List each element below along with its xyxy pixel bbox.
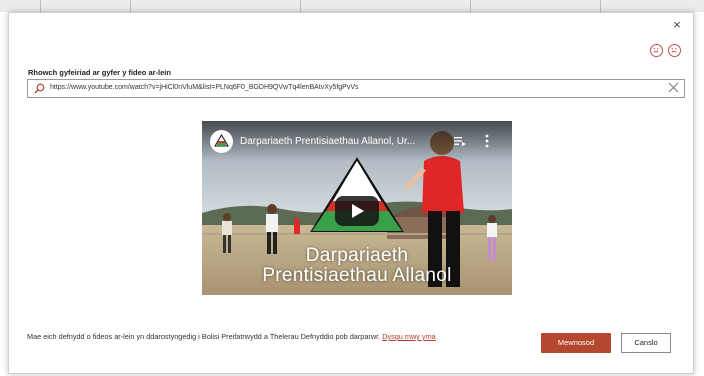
insert-button[interactable]: Mewnosod xyxy=(541,333,611,353)
ribbon-separator xyxy=(130,0,131,12)
url-field-label: Rhowch gyfeiriad ar gyfer y fideo ar-lei… xyxy=(28,68,171,77)
close-icon[interactable]: × xyxy=(673,17,681,32)
close-button[interactable]: × xyxy=(669,17,685,33)
insert-online-video-dialog: × Rhowch gyfeiriad ar gyfer y fideo ar-l… xyxy=(8,12,694,374)
video-url-input[interactable]: https://www.youtube.com/watch?v=jHiCl0nV… xyxy=(27,79,685,98)
ribbon-separator xyxy=(40,0,41,12)
ribbon-separator xyxy=(300,0,301,12)
ribbon-separator xyxy=(470,0,471,12)
background-ribbon xyxy=(0,0,704,12)
terms-notice-text: Mae eich defnydd o fideos ar-lein yn dda… xyxy=(27,332,381,341)
cancel-button[interactable]: Canslo xyxy=(621,333,671,353)
play-button[interactable] xyxy=(335,196,379,226)
more-options-icon[interactable] xyxy=(485,134,489,148)
learn-more-link[interactable]: Dysgu mwy yma xyxy=(382,332,436,341)
clear-url-button[interactable] xyxy=(667,82,680,95)
smile-feedback-button[interactable] xyxy=(650,44,663,57)
url-input-value[interactable]: https://www.youtube.com/watch?v=jHiCl0nV… xyxy=(50,84,359,91)
frown-feedback-button[interactable] xyxy=(668,44,681,57)
channel-logo-icon xyxy=(214,134,229,147)
close-icon xyxy=(668,82,679,93)
frown-icon xyxy=(671,48,677,53)
search-icon xyxy=(34,83,45,94)
smile-icon xyxy=(653,48,659,53)
video-overlay-title-line2: Prentisiaethau Allanol xyxy=(262,265,452,286)
video-preview[interactable]: Darpariaeth Prentisiaethau Allanol, Ur..… xyxy=(202,121,512,295)
ribbon-separator xyxy=(600,0,601,12)
terms-notice: Mae eich defnydd o fideos ar-lein yn dda… xyxy=(27,331,517,342)
channel-avatar[interactable] xyxy=(210,130,233,153)
watch-later-icon[interactable] xyxy=(454,136,466,146)
video-overlay-title-line1: Darpariaeth xyxy=(305,245,409,266)
video-title[interactable]: Darpariaeth Prentisiaethau Allanol, Ur..… xyxy=(240,136,450,147)
